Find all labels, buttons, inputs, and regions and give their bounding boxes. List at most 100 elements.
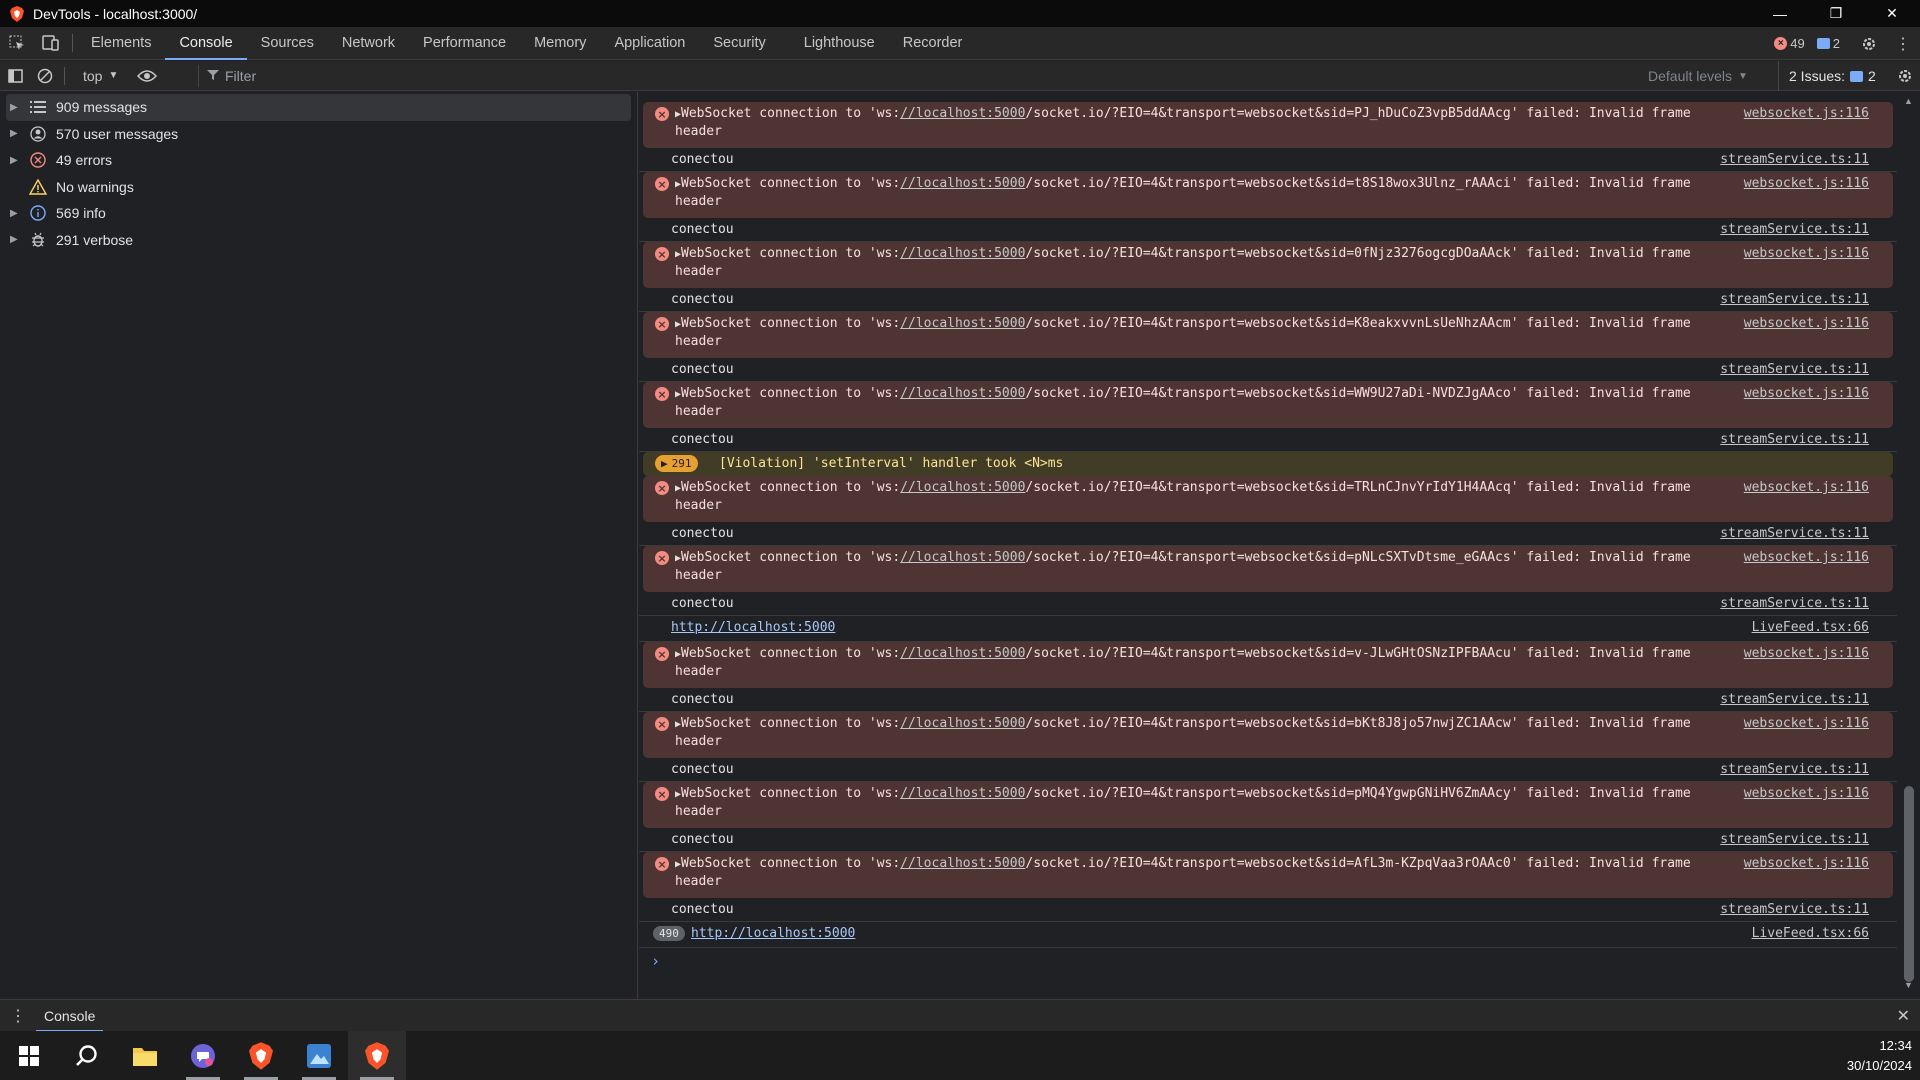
- console-error-row[interactable]: × ▶WebSocket connection to 'ws://localhos…: [643, 242, 1893, 288]
- ws-host-link[interactable]: //localhost:5000: [900, 856, 1025, 871]
- console-log-row[interactable]: conectou streamService.ts:11: [639, 148, 1897, 172]
- console-error-row[interactable]: × ▶WebSocket connection to 'ws://localhos…: [643, 852, 1893, 898]
- source-link[interactable]: websocket.js:116: [1744, 549, 1869, 566]
- device-toolbar-icon[interactable]: [34, 27, 68, 60]
- console-link-row[interactable]: 490 http://localhost:5000 LiveFeed.tsx:66: [639, 922, 1897, 948]
- ws-host-link[interactable]: //localhost:5000: [900, 386, 1025, 401]
- scroll-down-arrow-icon[interactable]: ▼: [1904, 980, 1913, 990]
- tab-memory[interactable]: Memory: [520, 27, 600, 60]
- source-link[interactable]: streamService.ts:11: [1720, 831, 1869, 848]
- source-link[interactable]: streamService.ts:11: [1720, 361, 1869, 378]
- console-log-row[interactable]: conectou streamService.ts:11: [639, 522, 1897, 546]
- sidebar-item-info[interactable]: ▶ 569 info: [0, 200, 637, 227]
- console-log-row[interactable]: conectou streamService.ts:11: [639, 428, 1897, 452]
- source-link[interactable]: streamService.ts:11: [1720, 221, 1869, 238]
- ws-host-link[interactable]: //localhost:5000: [900, 716, 1025, 731]
- log-levels-dropdown[interactable]: Default levels ▼: [1648, 61, 1748, 91]
- close-window-icon[interactable]: ✕: [1864, 0, 1920, 27]
- brave-browser-icon[interactable]: [232, 1031, 290, 1080]
- console-error-row[interactable]: × ▶WebSocket connection to 'ws://localhos…: [643, 312, 1893, 358]
- source-link[interactable]: streamService.ts:11: [1720, 151, 1869, 168]
- close-drawer-icon[interactable]: ✕: [1897, 1006, 1910, 1026]
- expand-arrow-icon[interactable]: ▶: [10, 102, 26, 113]
- windows-start-icon[interactable]: [0, 1031, 58, 1080]
- localhost-link[interactable]: http://localhost:5000: [671, 620, 835, 635]
- console-error-row[interactable]: × ▶WebSocket connection to 'ws://localhos…: [643, 172, 1893, 218]
- brave-devtools-icon[interactable]: [348, 1031, 406, 1080]
- sidebar-item-user-messages[interactable]: ▶ 570 user messages: [0, 121, 637, 148]
- source-link[interactable]: LiveFeed.tsx:66: [1752, 619, 1869, 636]
- more-options-icon[interactable]: ⋮: [1886, 27, 1920, 60]
- chat-app-icon[interactable]: [174, 1031, 232, 1080]
- console-error-row[interactable]: × ▶WebSocket connection to 'ws://localhos…: [643, 642, 1893, 688]
- console-messages[interactable]: × ▶WebSocket connection to 'ws://localhos…: [639, 92, 1897, 999]
- console-prompt-input[interactable]: ›: [651, 952, 1909, 970]
- source-link[interactable]: websocket.js:116: [1744, 385, 1869, 402]
- ws-host-link[interactable]: //localhost:5000: [900, 106, 1025, 121]
- search-icon[interactable]: [58, 1031, 116, 1080]
- console-error-row[interactable]: × ▶WebSocket connection to 'ws://localhos…: [643, 476, 1893, 522]
- console-log-row[interactable]: conectou streamService.ts:11: [639, 592, 1897, 616]
- minimize-icon[interactable]: —: [1752, 0, 1808, 27]
- expand-arrow-icon[interactable]: ▶: [10, 128, 26, 139]
- source-link[interactable]: websocket.js:116: [1744, 315, 1869, 332]
- source-link[interactable]: websocket.js:116: [1744, 105, 1869, 122]
- tab-sources[interactable]: Sources: [247, 27, 328, 60]
- console-log-row[interactable]: conectou streamService.ts:11: [639, 358, 1897, 382]
- live-expression-eye-icon[interactable]: [132, 61, 162, 91]
- source-link[interactable]: streamService.ts:11: [1720, 291, 1869, 308]
- console-error-row[interactable]: × ▶WebSocket connection to 'ws://localhos…: [643, 382, 1893, 428]
- message-count-badge[interactable]: 2: [1816, 36, 1840, 51]
- ws-host-link[interactable]: //localhost:5000: [900, 786, 1025, 801]
- tab-lighthouse[interactable]: Lighthouse: [790, 27, 889, 60]
- source-link[interactable]: websocket.js:116: [1744, 715, 1869, 732]
- sidebar-item-warnings[interactable]: No warnings: [0, 174, 637, 201]
- ws-host-link[interactable]: //localhost:5000: [900, 480, 1025, 495]
- inspect-element-icon[interactable]: [0, 27, 34, 60]
- error-count-badge[interactable]: × 49: [1774, 36, 1805, 51]
- console-error-row[interactable]: × ▶WebSocket connection to 'ws://localhos…: [643, 102, 1893, 148]
- ws-host-link[interactable]: //localhost:5000: [900, 246, 1025, 261]
- console-error-row[interactable]: × ▶WebSocket connection to 'ws://localhos…: [643, 546, 1893, 592]
- ws-host-link[interactable]: //localhost:5000: [900, 316, 1025, 331]
- console-error-row[interactable]: × ▶WebSocket connection to 'ws://localhos…: [643, 782, 1893, 828]
- sidebar-item-messages[interactable]: ▶ 909 messages: [6, 94, 631, 121]
- sidebar-item-errors[interactable]: ▶ 49 errors: [0, 147, 637, 174]
- console-violation-row[interactable]: ▶ 291 [Violation] 'setInterval' handler to…: [643, 452, 1893, 476]
- expand-arrow-icon[interactable]: ▶: [10, 208, 26, 219]
- console-log-row[interactable]: conectou streamService.ts:11: [639, 758, 1897, 782]
- context-selector[interactable]: top ▼: [83, 68, 118, 84]
- source-link[interactable]: LiveFeed.tsx:66: [1752, 925, 1869, 942]
- tab-console[interactable]: Console: [165, 27, 247, 60]
- source-link[interactable]: websocket.js:116: [1744, 785, 1869, 802]
- repeat-count-badge[interactable]: ▶ 291: [655, 455, 698, 472]
- ws-host-link[interactable]: //localhost:5000: [900, 646, 1025, 661]
- restore-icon[interactable]: ❐: [1808, 0, 1864, 27]
- source-link[interactable]: streamService.ts:11: [1720, 431, 1869, 448]
- console-log-row[interactable]: conectou streamService.ts:11: [639, 218, 1897, 242]
- source-link[interactable]: websocket.js:116: [1744, 479, 1869, 496]
- file-explorer-icon[interactable]: [116, 1031, 174, 1080]
- source-link[interactable]: streamService.ts:11: [1720, 901, 1869, 918]
- sidebar-item-verbose[interactable]: ▶ 291 verbose: [0, 227, 637, 254]
- system-clock[interactable]: 12:34 30/10/2024: [1847, 1036, 1912, 1076]
- source-link[interactable]: streamService.ts:11: [1720, 691, 1869, 708]
- console-link-row[interactable]: http://localhost:5000 LiveFeed.tsx:66: [639, 616, 1897, 642]
- source-link[interactable]: websocket.js:116: [1744, 175, 1869, 192]
- expand-arrow-icon[interactable]: ▶: [10, 234, 26, 245]
- tab-network[interactable]: Network: [328, 27, 409, 60]
- drawer-menu-icon[interactable]: ⋮: [0, 1006, 36, 1026]
- tab-elements[interactable]: Elements: [77, 27, 165, 60]
- console-log-row[interactable]: conectou streamService.ts:11: [639, 898, 1897, 922]
- settings-gear-icon[interactable]: [1852, 27, 1886, 60]
- drawer-tab-console[interactable]: Console: [36, 1000, 104, 1032]
- photos-app-icon[interactable]: [290, 1031, 348, 1080]
- filter-input[interactable]: Filter: [198, 65, 1634, 87]
- tab-application[interactable]: Application: [600, 27, 699, 60]
- tab-performance[interactable]: Performance: [409, 27, 520, 60]
- source-link[interactable]: streamService.ts:11: [1720, 595, 1869, 612]
- ws-host-link[interactable]: //localhost:5000: [900, 176, 1025, 191]
- expand-arrow-icon[interactable]: ▶: [10, 155, 26, 166]
- tab-security[interactable]: Security: [699, 27, 779, 60]
- expand-caret-icon[interactable]: ▶: [661, 457, 668, 470]
